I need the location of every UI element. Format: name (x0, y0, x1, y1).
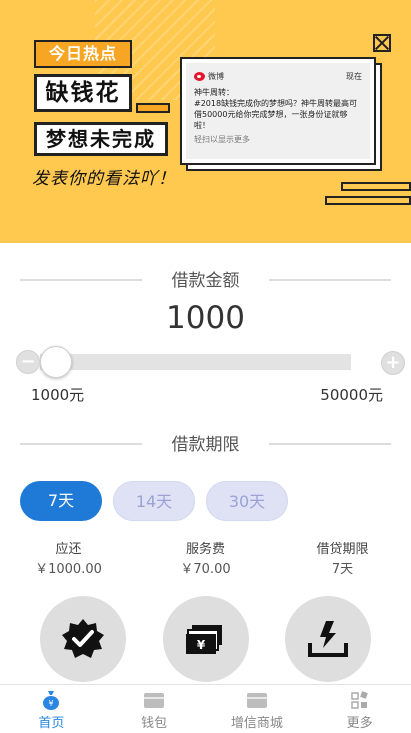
summary-label: 应还 (55, 542, 82, 557)
tag-dream-unfinished: 梦想未完成 (34, 122, 168, 156)
summary-value: ￥70.00 (180, 562, 231, 577)
loan-period-title: 借款期限 (171, 435, 240, 455)
period-option-14[interactable]: 14天 (113, 481, 195, 521)
close-icon[interactable] (373, 34, 391, 52)
notification-title: 神牛周转： (194, 88, 234, 97)
increase-amount-button[interactable]: + (381, 351, 405, 375)
notification-source: 微博 (194, 71, 224, 82)
notification-card: 微博 现在 神牛周转： #2018缺钱完成你的梦想吗？神牛周转最高可借50000… (180, 57, 376, 165)
loan-period-section-title: 借款期限 (0, 430, 411, 455)
promo-banner[interactable]: 今日热点 缺钱花 梦想未完成 发表你的看法吖！ 微博 现在 神牛周转： #201… (0, 0, 411, 243)
summary-label: 服务费 (185, 542, 225, 557)
loan-amount-title: 借款金额 (171, 271, 240, 291)
weibo-icon (194, 72, 205, 81)
summary-repay: 应还 ￥1000.00 (0, 540, 137, 580)
amount-min-label: 1000元 (31, 386, 85, 404)
tag-hot-topic: 今日热点 (34, 40, 132, 68)
divider-line (20, 442, 142, 445)
period-option-30[interactable]: 30天 (206, 481, 288, 521)
nav-item-wallet[interactable]: 钱包 (103, 685, 206, 733)
summary-value: ￥1000.00 (35, 562, 102, 577)
nav-item-label: 首页 (38, 716, 65, 731)
svg-text:¥: ¥ (49, 699, 54, 708)
period-option-7[interactable]: 7天 (20, 481, 102, 521)
verified-badge-icon (62, 619, 104, 658)
shop-icon (246, 693, 267, 708)
divider-line (269, 442, 391, 445)
bottom-navigation: ¥ 首页 钱包 增信商城 更多 (0, 684, 411, 733)
tag-short-of-money: 缺钱花 (34, 74, 132, 112)
withdraw-action-button[interactable] (285, 596, 371, 682)
loan-amount-value: 1000 (166, 300, 245, 336)
cash-icon: ¥ (186, 625, 222, 654)
notification-time: 现在 (346, 72, 362, 81)
nav-item-label: 钱包 (141, 716, 168, 731)
loan-amount-section-title: 借款金额 (0, 266, 411, 291)
divider-line (20, 278, 142, 281)
loan-summary: 应还 ￥1000.00 服务费 ￥70.00 借贷期限 7天 (0, 540, 411, 580)
decrease-amount-button[interactable]: − (16, 350, 40, 374)
more-grid-icon (350, 691, 368, 709)
svg-text:¥: ¥ (197, 638, 206, 652)
amount-max-label: 50000元 (320, 386, 383, 404)
withdraw-icon (308, 621, 348, 657)
divider-line (269, 278, 391, 281)
nav-item-shop[interactable]: 增信商城 (206, 685, 309, 733)
wallet-icon (144, 693, 165, 708)
verify-action-button[interactable] (40, 596, 126, 682)
nav-item-label: 增信商城 (230, 716, 283, 731)
nav-item-home[interactable]: ¥ 首页 (0, 685, 103, 733)
summary-label: 借贷期限 (316, 542, 369, 557)
nav-item-label: 更多 (346, 716, 373, 731)
summary-term: 借贷期限 7天 (274, 540, 411, 580)
notification-source-label: 微博 (208, 72, 224, 81)
amount-slider-track[interactable] (40, 354, 351, 370)
summary-value: 7天 (331, 562, 354, 577)
banner-slogan: 发表你的看法吖！ (32, 169, 176, 189)
nav-item-more[interactable]: 更多 (308, 685, 411, 733)
banner-deco-bar (136, 103, 170, 113)
banner-deco-bar (341, 182, 411, 191)
banner-deco-bar (325, 196, 411, 205)
amount-slider-handle[interactable] (40, 346, 72, 378)
cash-action-button[interactable]: ¥ (163, 596, 249, 682)
money-bag-icon: ¥ (43, 691, 60, 710)
summary-service-fee: 服务费 ￥70.00 (137, 540, 274, 580)
notification-body: #2018缺钱完成你的梦想吗？神牛周转最高可借50000元给你完成梦想，一张身份… (194, 99, 358, 130)
notification-footer: 轻扫以显示更多 (194, 135, 250, 144)
